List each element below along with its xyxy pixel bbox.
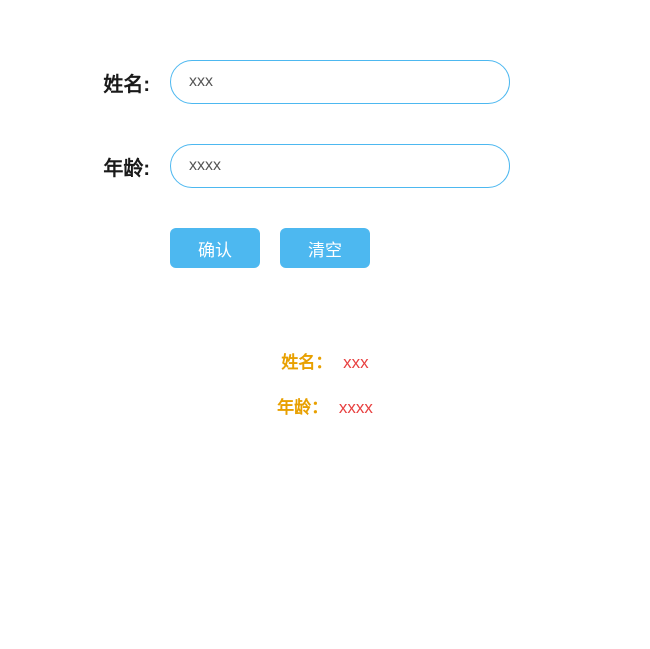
result-name-value: xxx	[343, 353, 369, 372]
result-age-value: xxxx	[339, 398, 373, 417]
result-age-row: 年龄： xxxx	[277, 393, 373, 418]
name-input[interactable]	[170, 60, 510, 104]
result-age-label: 年龄：	[277, 398, 328, 417]
result-name-row: 姓名： xxx	[281, 348, 368, 373]
result-section: 姓名： xxx 年龄： xxxx	[80, 348, 570, 418]
name-row: 姓名:	[80, 60, 570, 104]
confirm-button[interactable]: 确认	[170, 228, 260, 268]
button-row: 确认 清空	[170, 228, 370, 268]
form-section: 姓名: 年龄:	[80, 60, 570, 228]
result-name-label: 姓名：	[281, 353, 332, 372]
age-label: 年龄:	[80, 152, 150, 181]
name-label: 姓名:	[80, 68, 150, 97]
age-row: 年龄:	[80, 144, 570, 188]
age-input[interactable]	[170, 144, 510, 188]
clear-button[interactable]: 清空	[280, 228, 370, 268]
